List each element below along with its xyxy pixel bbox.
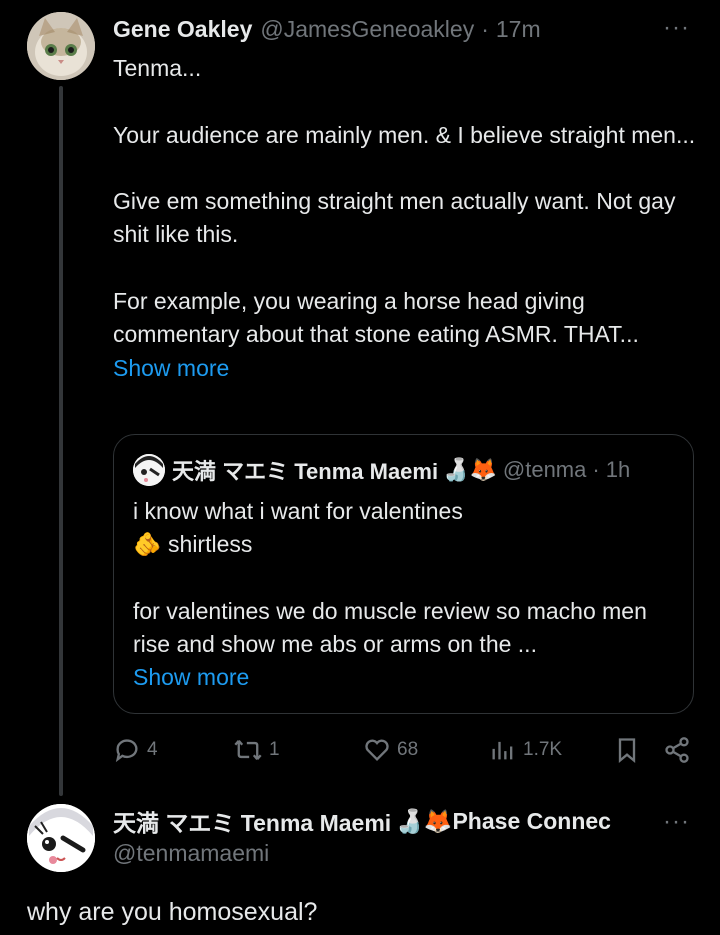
quote-line: 🫵 shirtless [133,531,253,558]
show-more-link[interactable]: Show more [133,661,678,694]
reply-author-handle[interactable]: @tenmamaemi [113,840,269,867]
reply-header: 天満 マエミ Tenma Maemi 🍶🦊 Phase Connec [113,805,611,837]
more-options-icon[interactable]: ··· [663,808,690,836]
views-button[interactable]: 1.7K [489,730,562,770]
paragraph: Give em something straight men actually … [113,188,676,248]
anime-avatar-icon [27,804,95,872]
tweet-header: Gene Oakley @JamesGeneoakley · 17m [113,14,541,44]
show-more-link[interactable]: Show more [113,352,703,385]
quote-author-handle[interactable]: @tenma [503,457,586,483]
quoted-tweet[interactable]: 天満 マエミ Tenma Maemi 🍶🦊 @tenma · 1h i know… [113,434,694,714]
separator-dot: · [592,457,600,482]
repost-button[interactable]: 1 [233,730,280,770]
quote-author-name[interactable]: 天満 マエミ Tenma Maemi [172,454,438,486]
reply-author-name[interactable]: 天満 マエミ Tenma Maemi [113,804,391,838]
reply-icon [115,739,138,763]
analytics-icon [492,741,513,760]
timestamp[interactable]: 17m [496,16,541,43]
reply-button[interactable]: 4 [113,730,158,770]
anime-avatar-icon [133,454,165,486]
reply-count: 4 [147,739,158,760]
paragraph: Your audience are mainly men. & I believ… [113,121,696,148]
pointing-hand-icon: 🫵 [133,531,162,558]
bookmark-icon [618,738,636,763]
paragraph: For example, you wearing a horse head gi… [113,288,639,348]
reply-author-avatar[interactable] [27,804,95,872]
paragraph: Tenma... [113,55,202,81]
quote-text: i know what i want for valentines 🫵 shir… [133,495,678,695]
like-button[interactable]: 68 [363,730,418,770]
quote-avatar[interactable] [133,454,165,486]
reply-text: why are you homosexual? [27,898,318,926]
like-count: 68 [397,739,419,760]
bookmark-button[interactable] [613,730,641,770]
badge-emoji-icon: 🍶🦊 [442,457,497,482]
more-options-icon[interactable]: ··· [663,14,690,42]
author-avatar[interactable] [27,12,95,80]
quote-paragraph: for valentines we do muscle review so ma… [133,597,647,658]
cat-avatar-icon [27,12,95,80]
view-count: 1.7K [523,739,563,760]
quote-timestamp[interactable]: 1h [606,457,630,483]
quote-header: 天満 マエミ Tenma Maemi 🍶🦊 @tenma · 1h [172,454,630,486]
tweet-text: Tenma... Your audience are mainly men. &… [113,52,703,385]
author-name[interactable]: Gene Oakley [113,16,252,43]
quote-line: i know what i want for valentines [133,498,463,524]
share-button[interactable] [663,730,691,770]
thread-line [59,86,63,796]
reply-author-name-suffix[interactable]: Phase Connec [452,808,611,835]
action-bar: 4 1 68 1.7K [113,730,703,770]
share-icon [665,737,689,763]
badge-emoji-icon: 🍶🦊 [395,807,453,834]
separator-dot: · [481,15,489,42]
repost-icon [234,740,262,760]
heart-icon [365,739,389,761]
author-handle[interactable]: @JamesGeneoakley [260,16,474,43]
repost-count: 1 [269,739,280,760]
